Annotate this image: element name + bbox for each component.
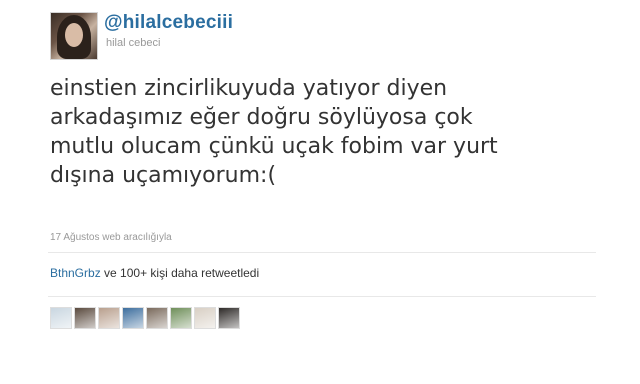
tweet-text: einstien zincirlikuyuda yatıyor diyen ar… xyxy=(50,74,610,190)
retweeter-avatar[interactable] xyxy=(50,307,72,329)
user-display-name[interactable]: hilal cebeci xyxy=(106,37,160,49)
avatar[interactable] xyxy=(50,12,98,60)
tweet-text-line: mutlu olucam çünkü uçak fobim var yurt xyxy=(50,134,498,159)
retweeter-avatar[interactable] xyxy=(98,307,120,329)
retweet-summary-text: ve 100+ kişi daha retweetledi xyxy=(100,266,260,280)
tweet-card: @hilalcebeciii hilal cebeci einstien zin… xyxy=(0,0,640,384)
retweeter-avatar[interactable] xyxy=(74,307,96,329)
retweeter-avatar[interactable] xyxy=(170,307,192,329)
tweet-text-line: arkadaşımız eğer doğru söylüyosa çok xyxy=(50,105,473,130)
retweeter-avatar[interactable] xyxy=(146,307,168,329)
tweet-timestamp-source[interactable]: 17 Ağustos web aracılığıyla xyxy=(50,232,172,243)
divider xyxy=(48,296,596,297)
tweet-text-line: dışına uçamıyorum:( xyxy=(50,163,277,188)
retweeter-avatar[interactable] xyxy=(218,307,240,329)
user-handle[interactable]: @hilalcebeciii xyxy=(104,12,233,34)
tweet-text-line: einstien zincirlikuyuda yatıyor diyen xyxy=(50,76,448,101)
retweeter-avatars xyxy=(50,307,240,329)
avatar-face xyxy=(65,23,83,47)
retweeter-avatar[interactable] xyxy=(122,307,144,329)
divider xyxy=(48,252,596,253)
retweeter-link[interactable]: BthnGrbz xyxy=(50,266,101,280)
retweeter-avatar[interactable] xyxy=(194,307,216,329)
retweet-summary: BthnGrbz ve 100+ kişi daha retweetledi xyxy=(50,266,259,280)
